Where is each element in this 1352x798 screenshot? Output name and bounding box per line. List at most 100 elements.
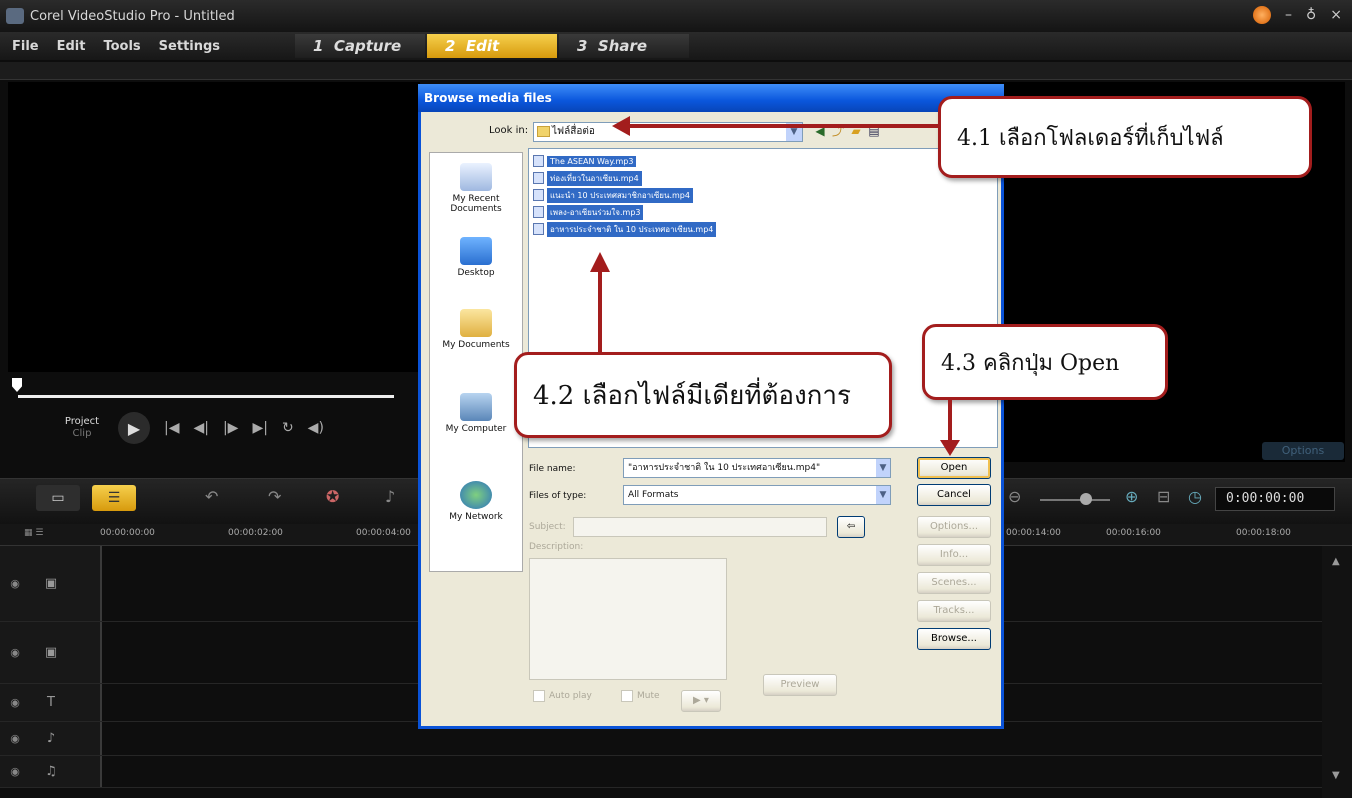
callout-text: 4.3 คลิกปุ่ม Open: [941, 350, 1120, 376]
project-clip-toggle[interactable]: Project Clip: [60, 416, 104, 440]
options-tab[interactable]: Options: [1262, 442, 1344, 460]
timeline-scrollbar[interactable]: ▲ ▼: [1322, 546, 1352, 798]
tab-share[interactable]: 3 Share: [559, 34, 689, 58]
panel-header-strip: [0, 62, 1352, 80]
chevron-down-icon[interactable]: ▼: [876, 486, 890, 504]
place-recent[interactable]: My Recent Documents: [430, 163, 522, 214]
place-label: Desktop: [457, 268, 495, 278]
zoom-slider[interactable]: [1040, 499, 1110, 501]
step-label: Share: [597, 37, 648, 55]
play-button[interactable]: ▶: [118, 412, 150, 444]
step-tabs: 1 Capture 2 Edit 3 Share: [295, 34, 691, 58]
options-button[interactable]: Options...: [917, 516, 991, 538]
zoom-slider-handle[interactable]: [1080, 493, 1092, 505]
music-track[interactable]: ◉ ♫: [0, 756, 1322, 788]
file-name-field[interactable]: "อาหารประจำชาติ ใน 10 ประเทศอาเซียน.mp4"…: [623, 458, 891, 478]
track-visibility-icon[interactable]: ◉: [0, 646, 30, 659]
fit-project-icon[interactable]: ⊟: [1157, 487, 1170, 506]
tab-capture[interactable]: 1 Capture: [295, 34, 425, 58]
record-capture-icon[interactable]: ✪: [326, 487, 339, 506]
home-icon[interactable]: |◀: [164, 420, 179, 436]
menu-tools[interactable]: Tools: [103, 39, 140, 54]
menu-settings[interactable]: Settings: [159, 39, 220, 54]
restore-button[interactable]: ♁: [1306, 7, 1316, 23]
recent-documents-icon: [460, 163, 492, 191]
audio-mix-icon[interactable]: ♪: [385, 487, 395, 506]
step-number: 1: [313, 37, 324, 55]
place-desktop[interactable]: Desktop: [430, 237, 522, 278]
step-label: Capture: [333, 37, 402, 55]
files-of-type-value: All Formats: [628, 490, 679, 500]
menu-edit[interactable]: Edit: [57, 39, 86, 54]
ruler-tool-icon[interactable]: ▦ ☰: [24, 528, 43, 538]
scroll-up-icon[interactable]: ▲: [1332, 556, 1340, 567]
autoplay-label: Auto play: [549, 691, 592, 701]
preview-button[interactable]: Preview: [763, 674, 837, 696]
project-label: Project: [64, 416, 100, 427]
music-track-icon: ♫: [45, 764, 57, 779]
description-field: [529, 558, 727, 680]
repeat-icon[interactable]: ↻: [282, 420, 294, 436]
tab-edit[interactable]: 2 Edit: [427, 34, 557, 58]
redo-icon[interactable]: ↷: [268, 487, 281, 506]
menu-file[interactable]: File: [12, 39, 39, 54]
file-name: ท่องเที่ยวในอาเซียน.mp4: [547, 170, 642, 186]
video-file-icon: [533, 172, 544, 184]
end-icon[interactable]: ▶|: [252, 420, 267, 436]
scenes-button[interactable]: Scenes...: [917, 572, 991, 594]
step-label: Edit: [465, 37, 500, 55]
overlay-track-icon: ▣: [44, 645, 58, 660]
subject-apply-button[interactable]: ⇦: [837, 516, 865, 538]
files-of-type-select[interactable]: All Formats ▼: [623, 485, 891, 505]
place-my-network[interactable]: My Network: [430, 481, 522, 522]
minimize-button[interactable]: –: [1285, 7, 1292, 23]
list-item[interactable]: ท่องเที่ยวในอาเซียน.mp4: [533, 170, 642, 186]
cancel-button[interactable]: Cancel: [917, 484, 991, 506]
info-button[interactable]: Info...: [917, 544, 991, 566]
autoplay-checkbox[interactable]: Auto play: [533, 690, 592, 702]
open-button[interactable]: Open: [917, 457, 991, 479]
list-item[interactable]: แนะนำ 10 ประเทศสมาชิกอาเซียน.mp4: [533, 187, 693, 203]
folder-icon: [537, 126, 550, 137]
my-documents-icon: [460, 309, 492, 337]
list-item[interactable]: อาหารประจำชาติ ใน 10 ประเทศอาเซียน.mp4: [533, 221, 717, 237]
track-visibility-icon[interactable]: ◉: [0, 765, 30, 778]
arrow-line: [598, 270, 602, 354]
scrub-bar[interactable]: [18, 395, 394, 398]
ruler-tick: 00:00:16:00: [1106, 528, 1161, 538]
title-bar: Corel VideoStudio Pro - Untitled – ♁ ×: [0, 0, 1352, 32]
preview-window: [8, 82, 420, 372]
voice-track-icon: ♪: [46, 731, 56, 746]
track-visibility-icon[interactable]: ◉: [0, 577, 30, 590]
volume-icon[interactable]: ◀): [308, 420, 324, 436]
place-label: My Computer: [445, 424, 507, 434]
timeline-view-button[interactable]: ☰: [92, 485, 136, 511]
zoom-out-icon[interactable]: ⊖: [1008, 487, 1021, 506]
chevron-down-icon[interactable]: ▼: [876, 459, 890, 477]
close-button[interactable]: ×: [1330, 7, 1342, 23]
list-item[interactable]: เพลง-อาเซียนร่วมใจ.mp3: [533, 204, 644, 220]
track-visibility-icon[interactable]: ◉: [0, 696, 30, 709]
arrow-head: [612, 116, 630, 136]
list-item[interactable]: The ASEAN Way.mp3: [533, 153, 637, 169]
file-name: แนะนำ 10 ประเทศสมาชิกอาเซียน.mp4: [547, 187, 693, 203]
storyboard-view-button[interactable]: ▭: [36, 485, 80, 511]
browse-button[interactable]: Browse...: [917, 628, 991, 650]
place-my-documents[interactable]: My Documents: [430, 309, 522, 350]
track-header: ◉ ♪: [0, 722, 102, 755]
next-frame-icon[interactable]: |▶: [223, 420, 238, 436]
zoom-in-icon[interactable]: ⊕: [1125, 487, 1138, 506]
mute-checkbox[interactable]: Mute: [621, 690, 660, 702]
callout-select-media: 4.2 เลือกไฟล์มีเดียที่ต้องการ: [514, 352, 892, 438]
help-icon[interactable]: [1253, 6, 1271, 24]
scrubber-handle[interactable]: [12, 378, 22, 392]
place-my-computer[interactable]: My Computer: [430, 393, 522, 434]
window-controls: – ♁ ×: [1253, 6, 1342, 24]
previous-frame-icon[interactable]: ◀|: [193, 420, 208, 436]
description-label: Description:: [529, 542, 584, 552]
scroll-down-icon[interactable]: ▼: [1332, 770, 1340, 781]
undo-icon[interactable]: ↶: [205, 487, 218, 506]
tracks-button[interactable]: Tracks...: [917, 600, 991, 622]
track-visibility-icon[interactable]: ◉: [0, 732, 30, 745]
play-dropdown-button[interactable]: ▶ ▾: [681, 690, 721, 712]
